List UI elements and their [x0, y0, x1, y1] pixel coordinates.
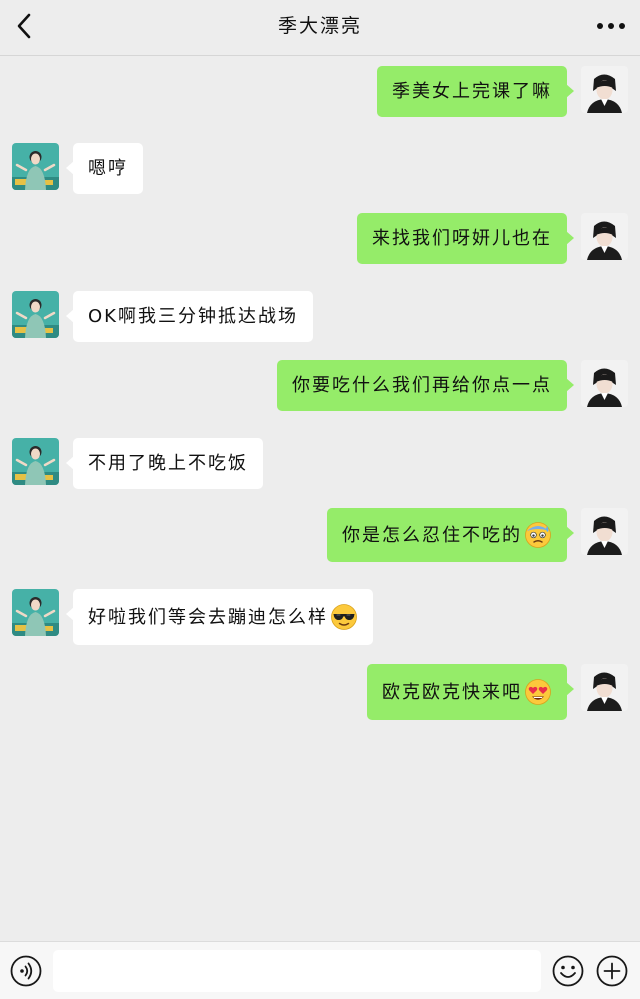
- message-bubble[interactable]: OK啊我三分钟抵达战场: [66, 291, 313, 342]
- avatar[interactable]: [12, 589, 59, 636]
- heart-eyes-emoji-icon: [525, 679, 551, 705]
- message-text: 来找我们呀妍儿也在: [372, 228, 552, 249]
- message-text: 嗯哼: [88, 158, 128, 179]
- anxious-sweat-emoji-icon: [525, 522, 551, 548]
- message-bubble[interactable]: 季美女上完课了嘛: [377, 66, 574, 117]
- message-text: OK啊我三分钟抵达战场: [88, 306, 298, 327]
- message-text: 你是怎么忍住不吃的: [342, 524, 522, 546]
- chat-title: 季大漂亮: [277, 15, 362, 37]
- avatar[interactable]: [12, 438, 59, 485]
- plus-icon: [596, 955, 628, 987]
- message-text: 好啦我们等会去蹦迪怎么样: [88, 606, 328, 628]
- avatar[interactable]: [581, 66, 628, 113]
- voice-button[interactable]: [10, 955, 42, 987]
- avatar[interactable]: [581, 664, 628, 711]
- avatar[interactable]: [581, 213, 628, 260]
- message-input[interactable]: [53, 950, 541, 992]
- avatar[interactable]: [12, 291, 59, 338]
- more-functions-button[interactable]: [596, 955, 628, 987]
- message-text: 你要吃什么我们再给你点一点: [292, 375, 552, 396]
- sunglasses-emoji-icon: [331, 604, 357, 630]
- more-button[interactable]: [594, 12, 628, 40]
- message-bubble[interactable]: 嗯哼: [66, 143, 143, 194]
- avatar[interactable]: [581, 360, 628, 407]
- message-bubble[interactable]: 欧克欧克快来吧: [367, 664, 574, 720]
- emoji-button[interactable]: [552, 955, 584, 987]
- input-bar: [0, 941, 640, 999]
- message-bubble[interactable]: 你是怎么忍住不吃的: [327, 508, 574, 562]
- chat-header: 季大漂亮: [0, 0, 640, 56]
- message-text: 季美女上完课了嘛: [392, 81, 552, 102]
- message-bubble[interactable]: 不用了晚上不吃饭: [66, 438, 263, 489]
- avatar[interactable]: [581, 508, 628, 555]
- message-text: 欧克欧克快来吧: [382, 681, 522, 703]
- more-dots-icon: [597, 23, 625, 29]
- voice-icon: [10, 955, 42, 987]
- emoji-smile-icon: [552, 955, 584, 987]
- message-bubble[interactable]: 你要吃什么我们再给你点一点: [277, 360, 574, 411]
- avatar[interactable]: [12, 143, 59, 190]
- message-text: 不用了晚上不吃饭: [88, 453, 248, 474]
- message-bubble[interactable]: 来找我们呀妍儿也在: [357, 213, 574, 264]
- message-bubble[interactable]: 好啦我们等会去蹦迪怎么样: [66, 589, 373, 645]
